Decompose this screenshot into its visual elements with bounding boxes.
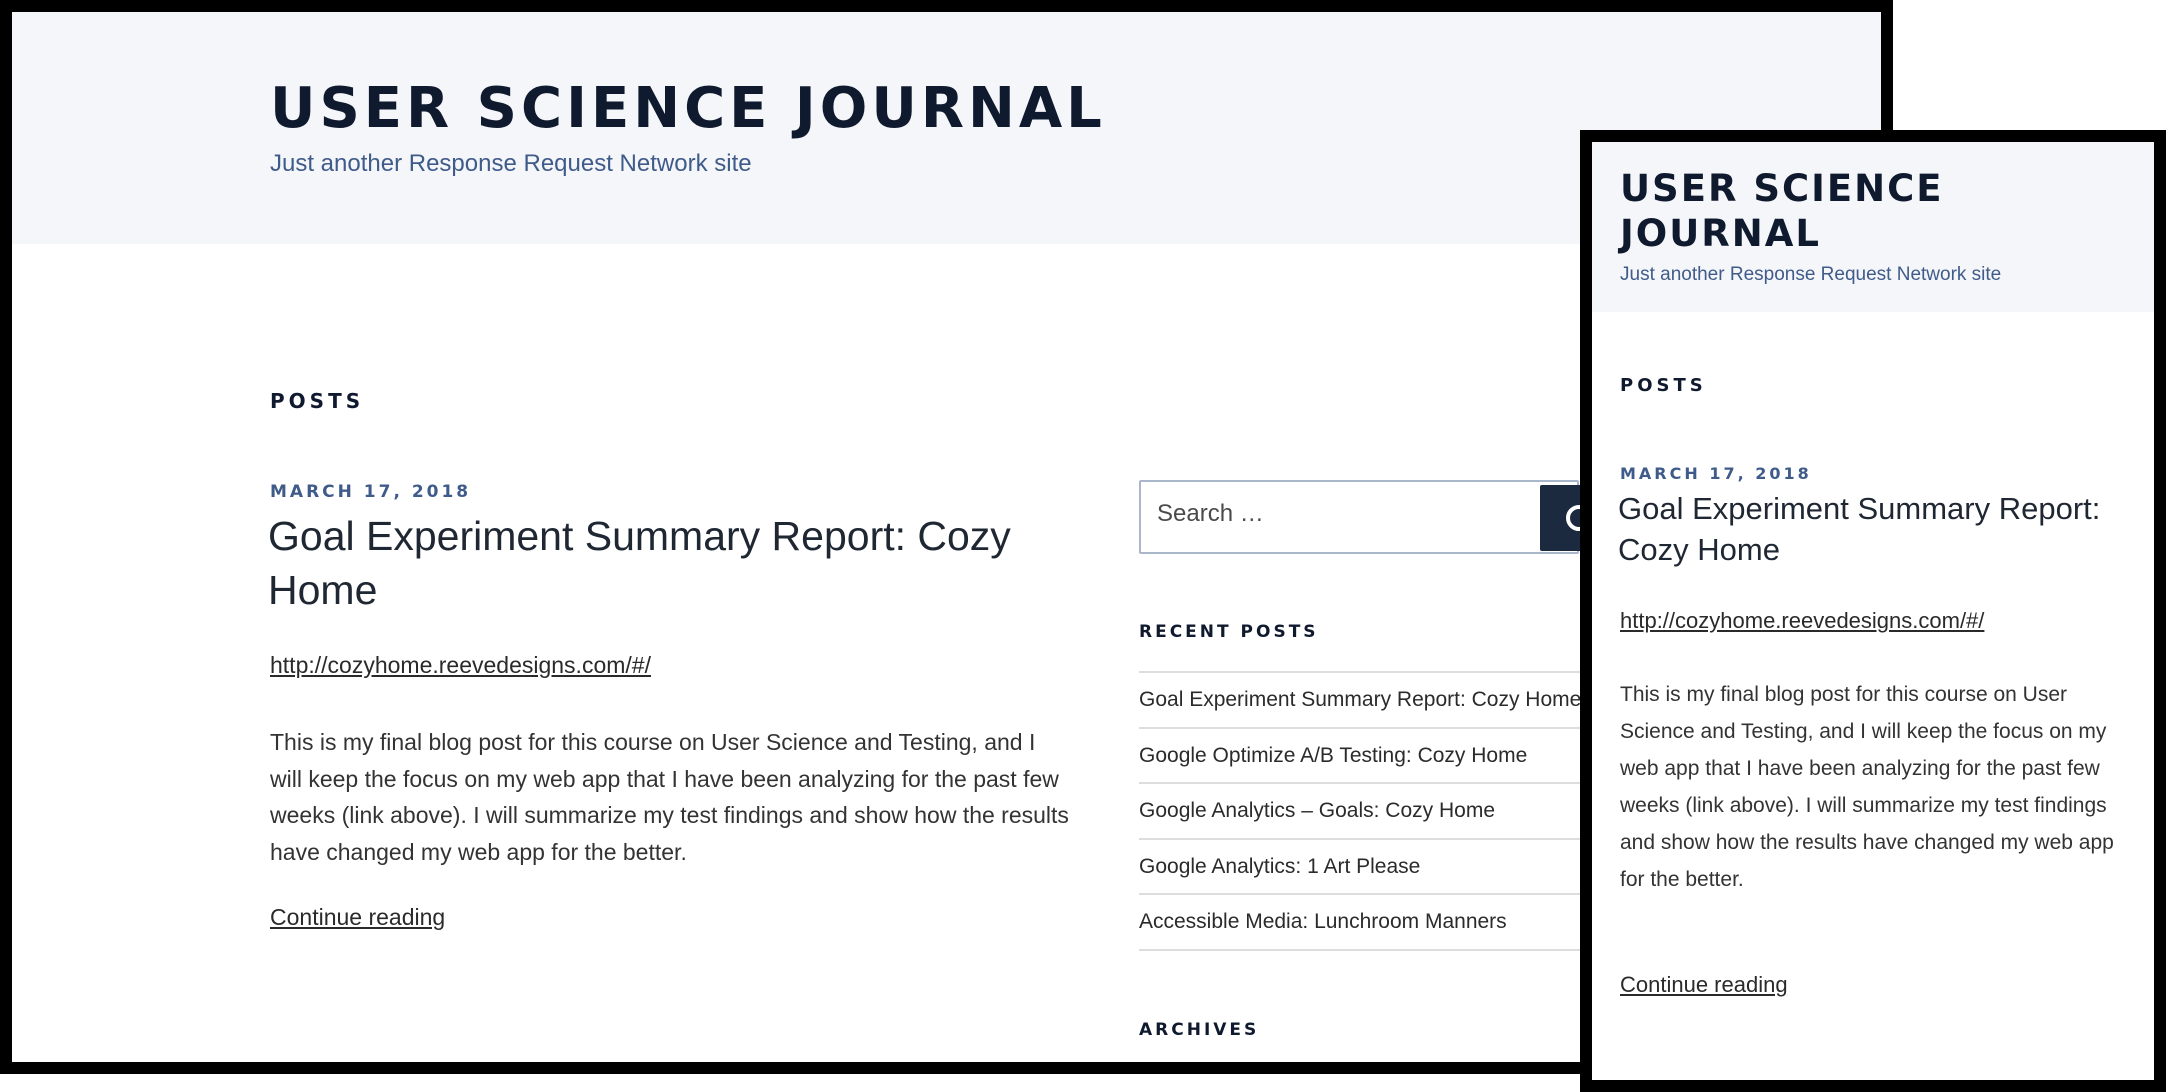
recent-post-item[interactable]: Google Optimize A/B Testing: Cozy Home	[1139, 729, 1609, 784]
mobile-next-post-date[interactable]: MARCH 16, 2018	[1620, 1080, 1812, 1092]
archives-heading: ARCHIVES	[1139, 1020, 1260, 1040]
mobile-site-tagline: Just another Response Request Network si…	[1620, 264, 2002, 285]
mobile-posts-heading: POSTS	[1620, 375, 1707, 396]
mobile-post-title[interactable]: Goal Experiment Summary Report: Cozy Hom…	[1618, 488, 2138, 570]
post-title[interactable]: Goal Experiment Summary Report: Cozy Hom…	[268, 509, 1068, 617]
mobile-post-url-link[interactable]: http://cozyhome.reevedesigns.com/#/	[1620, 608, 1984, 634]
recent-post-item[interactable]: Goal Experiment Summary Report: Cozy Hom…	[1139, 673, 1609, 729]
post-excerpt: This is my final blog post for this cour…	[270, 729, 1069, 865]
mobile-site-title-line2: JOURNAL	[1620, 212, 1821, 255]
site-tagline: Just another Response Request Network si…	[270, 150, 752, 177]
recent-posts-heading: RECENT POSTS	[1139, 622, 1319, 642]
mobile-site-title-line1: USER SCIENCE	[1620, 167, 1944, 210]
continue-reading-link[interactable]: Continue reading	[270, 904, 445, 931]
post-date[interactable]: MARCH 17, 2018	[270, 482, 471, 502]
recent-posts-list: Goal Experiment Summary Report: Cozy Hom…	[1139, 671, 1609, 951]
search-input[interactable]: Search …	[1139, 480, 1579, 554]
recent-post-item[interactable]: Google Analytics – Goals: Cozy Home	[1139, 784, 1609, 840]
search-placeholder: Search …	[1157, 500, 1264, 527]
post-url-link[interactable]: http://cozyhome.reevedesigns.com/#/	[270, 652, 651, 679]
mobile-site-header: USER SCIENCE JOURNAL Just another Respon…	[1592, 142, 2154, 312]
recent-post-item[interactable]: Google Analytics: 1 Art Please	[1139, 840, 1609, 895]
mobile-site-title[interactable]: USER SCIENCE JOURNAL	[1620, 166, 2020, 256]
mobile-post-date[interactable]: MARCH 17, 2018	[1620, 464, 1812, 483]
mobile-window: USER SCIENCE JOURNAL Just another Respon…	[1580, 130, 2166, 1092]
posts-heading: POSTS	[270, 389, 365, 413]
site-title[interactable]: USER SCIENCE JOURNAL	[270, 76, 1106, 141]
mobile-post-excerpt: This is my final blog post for this cour…	[1620, 683, 2114, 891]
recent-post-item[interactable]: Accessible Media: Lunchroom Manners	[1139, 895, 1609, 951]
mobile-continue-reading-link[interactable]: Continue reading	[1620, 972, 1788, 998]
